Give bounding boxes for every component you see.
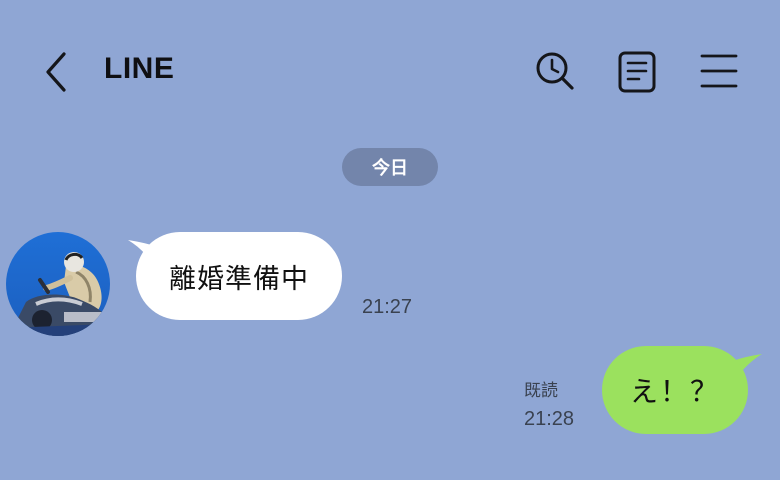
menu-icon [700,54,738,88]
read-receipt: 既読 [524,381,558,401]
outgoing-message-time: 21:28 [524,408,575,430]
notes-icon [618,51,656,93]
back-chevron-icon [46,52,66,92]
incoming-message-time: 21:27 [362,296,413,318]
incoming-message-bubble[interactable]: 離婚準備中 [136,232,342,320]
chat-screen: LINE 今日 離婚準備中 21:27 既読 21:28 え！？ [0,0,780,480]
back-button[interactable] [38,48,78,96]
search-clock-icon [536,52,574,90]
chat-title: LINE [104,52,175,85]
chat-header: LINE [0,0,780,140]
outgoing-message-text: え！？ [629,375,720,408]
search-button[interactable] [532,48,578,94]
menu-button[interactable] [696,48,742,94]
avatar[interactable] [6,232,110,336]
avatar-photo-motorcycle-rider [6,232,110,336]
date-separator: 今日 [342,148,438,186]
incoming-message-text: 離婚準備中 [169,263,309,295]
outgoing-message-bubble[interactable]: え！？ [602,346,748,434]
notes-button[interactable] [614,48,660,94]
